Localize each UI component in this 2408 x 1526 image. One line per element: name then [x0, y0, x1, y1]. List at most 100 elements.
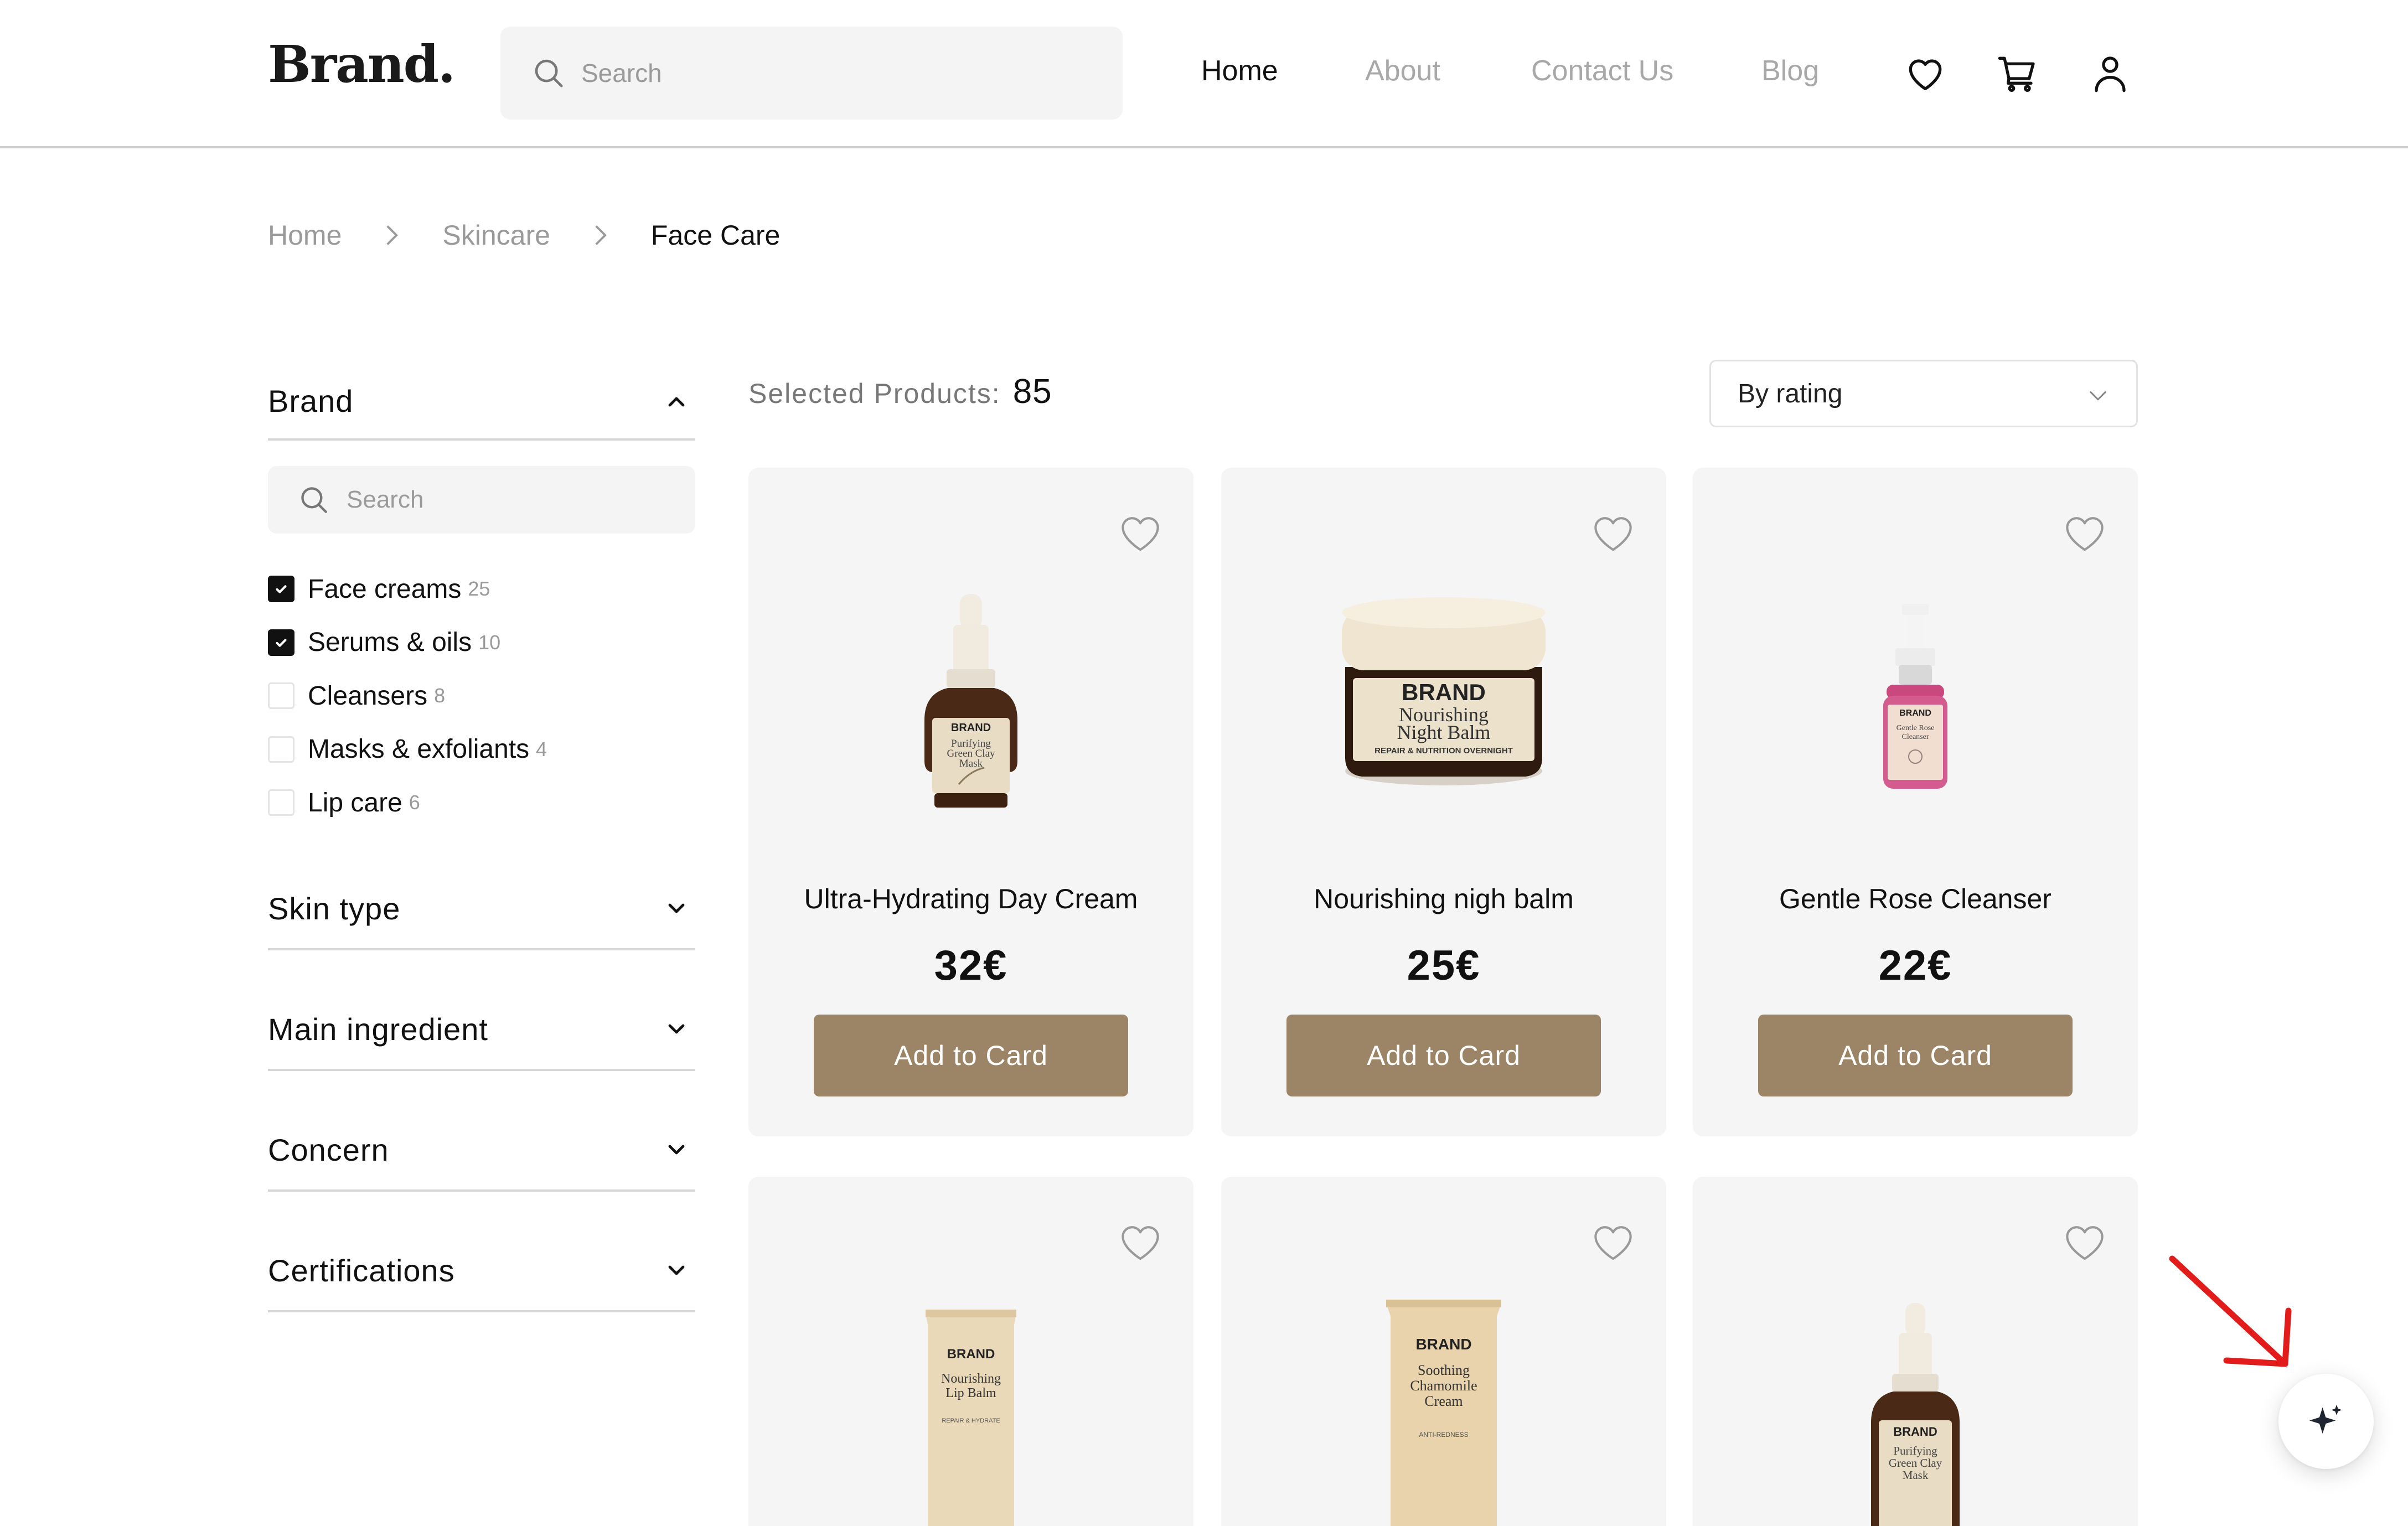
filter-title: Concern: [268, 1132, 389, 1167]
product-image-line: Mask: [959, 758, 983, 769]
nav-home[interactable]: Home: [1201, 54, 1278, 87]
checkmark-icon: [276, 585, 287, 593]
checkbox-checked[interactable]: [268, 576, 294, 603]
product-image-brand: BRAND: [1415, 1336, 1471, 1353]
product-name[interactable]: Ultra-Hydrating Day Cream: [748, 883, 1193, 915]
chevron-right-icon: [386, 225, 399, 245]
search-icon: [301, 487, 327, 513]
filter-option-label: Masks & exfoliants: [308, 734, 530, 764]
selected-products-label: Selected Products:: [748, 378, 1001, 409]
nav-about[interactable]: About: [1365, 54, 1440, 87]
chevron-up-icon[interactable]: [663, 389, 690, 415]
filter-option-count: 4: [536, 737, 547, 761]
product-price: 32€: [934, 942, 1008, 989]
product-image-brand: BRAND: [1402, 679, 1486, 705]
breadcrumb-skincare[interactable]: Skincare: [442, 219, 550, 251]
filter-option-count: 6: [409, 791, 420, 814]
product-image-subtitle: REPAIR & NUTRITION OVERNIGHT: [1374, 746, 1513, 756]
ai-assistant-button[interactable]: [2278, 1374, 2374, 1469]
brand-filter-search-input[interactable]: [347, 486, 679, 514]
product-image-line: Chamomile: [1410, 1378, 1477, 1394]
chevron-down-icon[interactable]: [663, 1016, 690, 1042]
brand-logo[interactable]: Brand.: [268, 34, 456, 94]
filter-option-label: Face creams: [308, 574, 462, 604]
product-image-brand: BRAND: [1899, 708, 1931, 718]
chevron-down-icon[interactable]: [663, 1136, 690, 1163]
product-image-line: Cream: [1424, 1393, 1463, 1409]
filter-option[interactable]: Lip care 6: [268, 776, 695, 830]
chevron-down-icon[interactable]: [663, 895, 690, 922]
add-to-cart-button[interactable]: Add to Card: [1286, 1015, 1601, 1096]
product-image-line: Purifying: [1893, 1444, 1937, 1457]
annotation-arrow: [2169, 1255, 2292, 1367]
product-card[interactable]: BRAND Gentle Rose Cleanser Gentle Rose C…: [1693, 468, 2138, 1136]
product-image-line: Nourishing: [941, 1372, 1001, 1386]
product-image-line: Lip Balm: [945, 1386, 996, 1400]
filter-option-count: 25: [468, 577, 490, 601]
heart-icon[interactable]: [1903, 51, 1947, 95]
filter-skin-type[interactable]: Skin type: [268, 830, 695, 950]
nav-blog[interactable]: Blog: [1761, 54, 1819, 87]
filter-option[interactable]: Serums & oils 10: [268, 616, 695, 670]
wishlist-heart-icon[interactable]: [2061, 1221, 2108, 1263]
add-to-cart-button[interactable]: Add to Card: [1758, 1015, 2073, 1096]
filters-sidebar: Brand Face creams 25 Serums & oils 10 Cl…: [268, 365, 695, 1312]
checkbox-unchecked[interactable]: [268, 789, 294, 816]
product-image-line: Green Clay: [1889, 1456, 1942, 1470]
checkbox-unchecked[interactable]: [268, 682, 294, 710]
wishlist-heart-icon[interactable]: [1117, 1221, 1164, 1263]
wishlist-heart-icon[interactable]: [1117, 512, 1164, 554]
filter-main-ingredient[interactable]: Main ingredient: [268, 950, 695, 1071]
header-search[interactable]: [500, 27, 1123, 120]
filter-title: Skin type: [268, 891, 401, 926]
wishlist-heart-icon[interactable]: [1590, 512, 1636, 554]
product-card[interactable]: BRAND Nourishing Lip Balm REPAIR & HYDRA…: [748, 1177, 1193, 1526]
product-card[interactable]: BRAND Nourishing Night Balm REPAIR & NUT…: [1221, 468, 1666, 1136]
add-to-cart-button[interactable]: Add to Card: [814, 1015, 1128, 1096]
sort-dropdown[interactable]: By rating: [1709, 360, 2138, 427]
product-card[interactable]: BRAND Purifying Green Clay Mask Ultra-Hy…: [748, 468, 1193, 1136]
cart-icon[interactable]: [1995, 51, 2039, 95]
product-image-line: Gentle Rose: [1897, 724, 1935, 732]
header-search-input[interactable]: [581, 58, 1079, 88]
product-image-brand: BRAND: [1893, 1425, 1937, 1439]
wishlist-heart-icon[interactable]: [1590, 1221, 1636, 1263]
site-header: Brand. Home About Contact Us Blog: [0, 0, 2408, 148]
checkmark-icon: [276, 639, 287, 647]
filter-option-count: 8: [434, 684, 446, 707]
sparkle-icon: [2309, 1404, 2342, 1434]
product-image-brand: BRAND: [947, 1347, 995, 1362]
filter-option-label: Lip care: [308, 788, 402, 818]
product-price: 25€: [1407, 942, 1481, 989]
filter-concern[interactable]: Concern: [268, 1071, 695, 1192]
filter-title: Main ingredient: [268, 1011, 488, 1047]
brand-filter-header[interactable]: Brand: [268, 365, 695, 441]
brand-filter-options: Face creams 25 Serums & oils 10 Cleanser…: [268, 562, 695, 830]
brand-filter-search[interactable]: [268, 466, 695, 534]
user-icon[interactable]: [2088, 51, 2132, 95]
checkbox-unchecked[interactable]: [268, 736, 294, 763]
product-image-line: Cleanser: [1902, 733, 1929, 741]
product-image-line: Soothing: [1418, 1362, 1470, 1378]
product-name[interactable]: Gentle Rose Cleanser: [1693, 883, 2138, 915]
product-price: 22€: [1878, 942, 1952, 989]
product-image-line: Night Balm: [1397, 721, 1491, 743]
breadcrumb-home[interactable]: Home: [268, 219, 342, 251]
breadcrumb: Home Skincare Face Care: [268, 216, 780, 255]
filter-certifications[interactable]: Certifications: [268, 1192, 695, 1312]
checkbox-checked[interactable]: [268, 629, 294, 656]
product-card[interactable]: BRAND Soothing Chamomile Cream ANTI-REDN…: [1221, 1177, 1666, 1526]
product-name[interactable]: Nourishing nigh balm: [1221, 883, 1666, 915]
chevron-down-icon: [2090, 391, 2106, 401]
sort-dropdown-value: By rating: [1738, 379, 1843, 408]
wishlist-heart-icon[interactable]: [2061, 512, 2108, 554]
filter-option-label: Cleansers: [308, 681, 428, 711]
filter-option[interactable]: Masks & exfoliants 4: [268, 723, 695, 777]
filter-option[interactable]: Face creams 25: [268, 562, 695, 616]
search-icon: [535, 59, 563, 87]
nav-contact-us[interactable]: Contact Us: [1531, 54, 1673, 87]
chevron-down-icon[interactable]: [663, 1257, 690, 1284]
filter-option[interactable]: Cleansers 8: [268, 669, 695, 723]
product-card[interactable]: BRAND Purifying Green Clay Mask: [1693, 1177, 2138, 1526]
filter-title: Certifications: [268, 1253, 455, 1288]
